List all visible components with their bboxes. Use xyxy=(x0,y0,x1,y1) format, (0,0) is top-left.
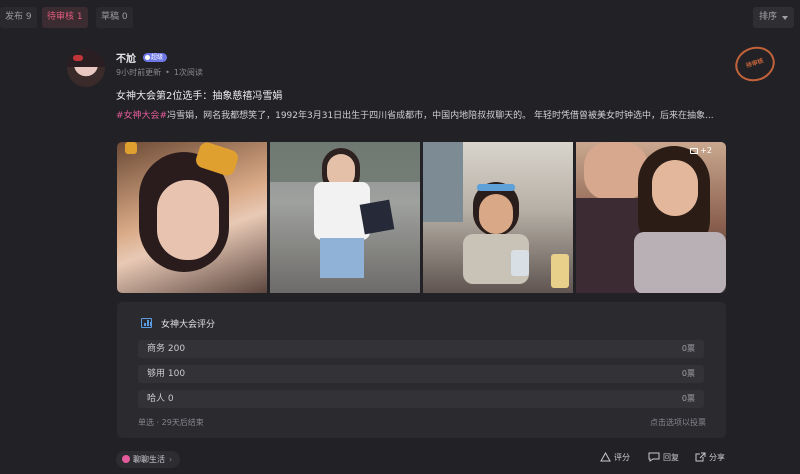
sort-label: 排序 xyxy=(759,12,778,22)
top-bar: 发布 9 待审核 1 草稿 0 排序 xyxy=(0,0,800,36)
circle-chip[interactable]: 聊聊生活 › xyxy=(116,451,181,468)
image-gallery: +2 xyxy=(117,142,726,293)
poll-card: 女神大会评分 商务 200 0票 够用 100 0票 哈人 0 0票 单选 · … xyxy=(117,302,726,438)
read-count: 1次阅读 xyxy=(173,68,203,77)
post-time: 9小时前更新 xyxy=(116,68,162,77)
topic-tag[interactable]: #女神大会# xyxy=(116,111,167,121)
badge-icon xyxy=(145,55,150,60)
comment-icon xyxy=(648,452,660,462)
post-image-3[interactable] xyxy=(423,142,573,293)
sort-dropdown[interactable]: 排序 xyxy=(753,7,794,28)
tab-published[interactable]: 发布 9 xyxy=(0,7,37,28)
bar-chart-icon xyxy=(141,318,152,328)
poll-info: 单选 · 29天后结束 xyxy=(138,418,204,427)
post-image-2[interactable] xyxy=(270,142,420,293)
share-button[interactable]: 分享 xyxy=(695,451,725,465)
triangle-icon xyxy=(600,451,611,462)
image-more-count[interactable]: +2 xyxy=(690,146,712,155)
tab-pending-review[interactable]: 待审核 1 xyxy=(42,7,88,28)
poll-title: 女神大会评分 xyxy=(161,320,216,330)
reply-button[interactable]: 回复 xyxy=(648,451,679,465)
post-image-4[interactable]: +2 xyxy=(576,142,726,293)
poll-option-label: 商务 200 xyxy=(147,344,186,354)
share-icon xyxy=(695,452,706,462)
pending-review-stamp: 待审核 xyxy=(730,41,780,87)
poll-option[interactable]: 够用 100 0票 xyxy=(138,365,704,383)
poll-option-votes: 0票 xyxy=(681,369,695,378)
post-title[interactable]: 女神大会第2位选手：抽象慈禧冯雪娟 xyxy=(116,87,282,102)
poll-option[interactable]: 商务 200 0票 xyxy=(138,340,704,358)
post-image-1[interactable] xyxy=(117,142,267,293)
image-icon xyxy=(690,147,699,154)
post-excerpt[interactable]: #女神大会#冯雪娟，网名我都想笑了，1992年3月31日出生于四川省成都市，中国… xyxy=(116,108,726,124)
poll-option-label: 哈人 0 xyxy=(147,394,174,404)
circle-icon xyxy=(122,455,130,463)
tab-drafts[interactable]: 草稿 0 xyxy=(96,7,133,28)
chevron-down-icon xyxy=(782,16,788,20)
rate-button[interactable]: 评分 xyxy=(600,451,630,465)
post-meta: 9小时前更新 • 1次阅读 xyxy=(116,68,203,77)
excerpt-text: 冯雪娟，网名我都想笑了，1992年3月31日出生于四川省成都市，中国内地陪叔叔聊… xyxy=(167,111,714,121)
poll-option[interactable]: 哈人 0 0票 xyxy=(138,390,704,408)
author-name[interactable]: 不尬 xyxy=(116,50,136,65)
avatar[interactable] xyxy=(67,49,105,87)
poll-option-votes: 0票 xyxy=(681,344,695,353)
circle-label: 聊聊生活 xyxy=(133,455,165,464)
poll-option-votes: 0票 xyxy=(681,394,695,403)
chevron-right-icon: › xyxy=(169,455,173,464)
user-level-badge: 超级 xyxy=(143,53,167,62)
poll-hint: 点击选项以投票 xyxy=(650,418,706,427)
poll-option-label: 够用 100 xyxy=(147,369,186,379)
